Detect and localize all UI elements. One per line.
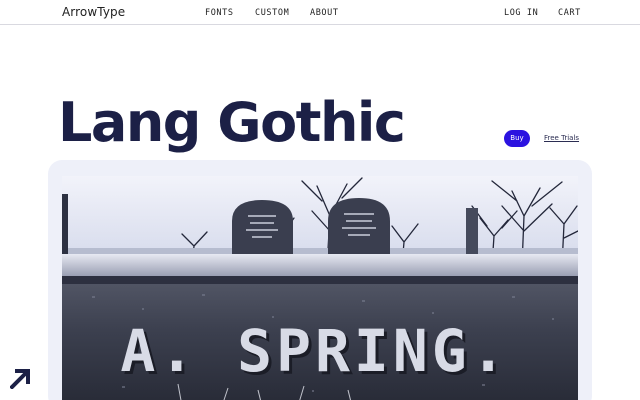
nav-link-custom[interactable]: CUSTOM <box>255 8 289 18</box>
top-navigation: ArrowType FONTS CUSTOM ABOUT LOG IN CART <box>0 0 640 25</box>
brand-logo-link[interactable]: ArrowType <box>62 5 125 19</box>
buy-button[interactable]: Buy <box>504 130 530 147</box>
nav-link-fonts[interactable]: FONTS <box>205 8 234 18</box>
nav-link-cart[interactable]: CART <box>558 8 581 18</box>
page-title: Lang Gothic <box>58 91 406 154</box>
nav-link-about[interactable]: ABOUT <box>310 8 339 18</box>
gravestone-image: A. SPRING. A. SPRING. <box>62 176 578 400</box>
arrow-up-right-icon[interactable] <box>9 367 32 390</box>
inscription-text: A. SPRING. <box>120 317 509 385</box>
free-trials-link[interactable]: Free Trials <box>544 134 579 142</box>
specimen-photo: A. SPRING. A. SPRING. <box>62 176 578 400</box>
nav-link-login[interactable]: LOG IN <box>504 8 538 18</box>
